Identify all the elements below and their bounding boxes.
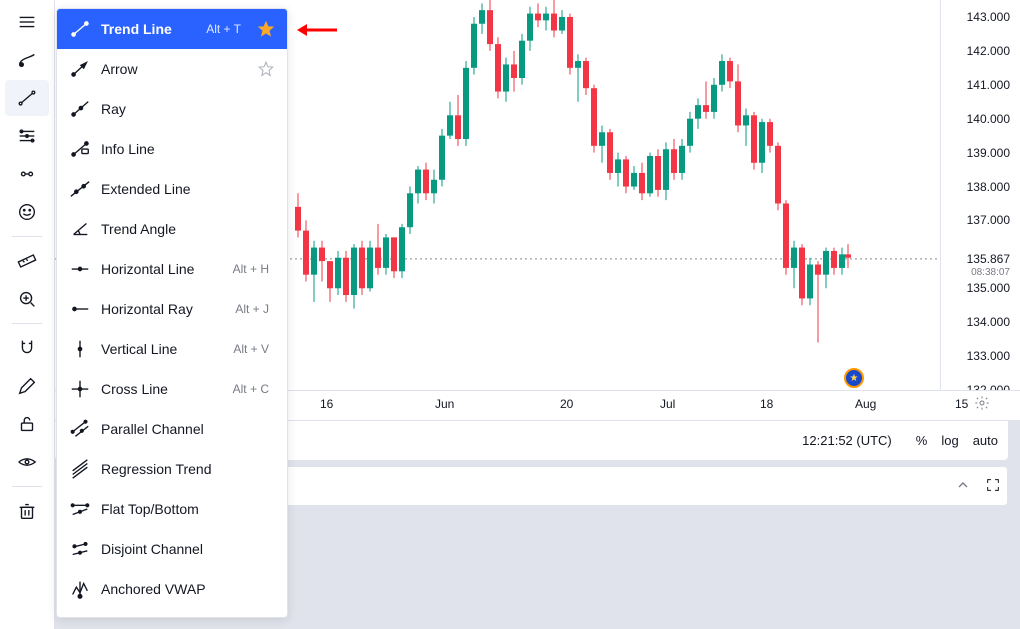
axis-settings-icon[interactable] — [974, 395, 990, 414]
fullscreen-icon[interactable] — [985, 477, 1001, 496]
menu-item-label: Trend Angle — [101, 221, 275, 237]
tool-pattern-icon[interactable] — [5, 156, 49, 192]
tool-eye-icon[interactable] — [5, 444, 49, 480]
menu-item-disjoint-channel[interactable]: Disjoint Channel — [57, 529, 287, 569]
menu-item-trend-line[interactable]: Trend Line Alt + T — [57, 9, 287, 49]
menu-item-arrow[interactable]: Arrow — [57, 49, 287, 89]
vertical-line-icon — [69, 338, 91, 360]
cross-line-icon — [69, 378, 91, 400]
price-tick: 134.000 — [967, 315, 1010, 329]
time-tick: Jul — [660, 397, 675, 411]
arrow-icon-icon — [69, 58, 91, 80]
menu-item-shortcut: Alt + C — [233, 382, 269, 396]
flat-top-icon — [69, 498, 91, 520]
price-tick: 139.000 — [967, 146, 1010, 160]
tool-pencil-icon[interactable] — [5, 368, 49, 404]
tool-magnet-icon[interactable] — [5, 330, 49, 366]
favorite-star-icon[interactable] — [257, 20, 275, 38]
ray-icon — [69, 98, 91, 120]
price-tick: 143.000 — [967, 10, 1010, 24]
drawing-toolbar — [0, 0, 55, 629]
extended-line-icon — [69, 178, 91, 200]
menu-item-label: Anchored VWAP — [101, 581, 275, 597]
menu-item-label: Horizontal Line — [101, 261, 223, 277]
menu-item-label: Flat Top/Bottom — [101, 501, 275, 517]
countdown-label: 08:38:07 — [971, 267, 1010, 278]
horizontal-line-icon — [69, 258, 91, 280]
price-tick: 142.000 — [967, 44, 1010, 58]
menu-item-label: Vertical Line — [101, 341, 223, 357]
vwap-icon — [69, 578, 91, 600]
line-tools-menu: Trend Line Alt + T Arrow Ray Info Line Extend… — [56, 8, 288, 618]
percent-toggle[interactable]: % — [916, 433, 928, 448]
clock-label[interactable]: 12:21:52 (UTC) — [802, 433, 892, 448]
price-axis[interactable]: 143.000 142.000 141.000 140.000 139.000 138.0… — [940, 0, 1020, 420]
tool-brush-icon[interactable] — [5, 42, 49, 78]
menu-item-shortcut: Alt + J — [235, 302, 269, 316]
tool-crosshair-icon[interactable] — [5, 4, 49, 40]
menu-item-shortcut: Alt + H — [233, 262, 269, 276]
tool-fib-icon[interactable] — [5, 118, 49, 154]
menu-item-vertical-line[interactable]: Vertical Line Alt + V — [57, 329, 287, 369]
parallel-channel-icon — [69, 418, 91, 440]
menu-item-trend-angle[interactable]: Trend Angle — [57, 209, 287, 249]
menu-item-horizontal-ray[interactable]: Horizontal Ray Alt + J — [57, 289, 287, 329]
price-tick: 135.867 — [967, 252, 1010, 266]
menu-item-label: Regression Trend — [101, 461, 275, 477]
time-tick: Jun — [435, 397, 454, 411]
menu-item-label: Arrow — [101, 61, 247, 77]
tool-lock-icon[interactable] — [5, 406, 49, 442]
time-tick: 16 — [320, 397, 333, 411]
menu-item-info-line[interactable]: Info Line — [57, 129, 287, 169]
price-tick: 135.000 — [967, 281, 1010, 295]
menu-item-label: Parallel Channel — [101, 421, 275, 437]
menu-item-parallel-channel[interactable]: Parallel Channel — [57, 409, 287, 449]
price-tick: 141.000 — [967, 78, 1010, 92]
auto-toggle[interactable]: auto — [973, 433, 998, 448]
menu-item-regression-trend[interactable]: Regression Trend — [57, 449, 287, 489]
tool-trend-line-icon[interactable] — [5, 80, 49, 116]
menu-item-label: Horizontal Ray — [101, 301, 225, 317]
menu-item-label: Ray — [101, 101, 275, 117]
menu-item-label: Info Line — [101, 141, 275, 157]
menu-item-label: Cross Line — [101, 381, 223, 397]
menu-item-shortcut: Alt + V — [233, 342, 269, 356]
price-tick: 137.000 — [967, 213, 1010, 227]
tool-zoom-icon[interactable] — [5, 281, 49, 317]
time-tick: 20 — [560, 397, 573, 411]
price-tick: 133.000 — [967, 349, 1010, 363]
time-tick: 15 — [955, 397, 968, 411]
callout-arrow-icon — [297, 20, 337, 40]
menu-item-extended-line[interactable]: Extended Line — [57, 169, 287, 209]
favorite-star-icon[interactable] — [257, 60, 275, 78]
price-tick: 140.000 — [967, 112, 1010, 126]
menu-item-anchored-vwap[interactable]: Anchored VWAP — [57, 569, 287, 609]
disjoint-icon — [69, 538, 91, 560]
log-toggle[interactable]: log — [941, 433, 958, 448]
economic-event-icon[interactable]: ★ — [844, 368, 864, 388]
menu-item-horizontal-line[interactable]: Horizontal Line Alt + H — [57, 249, 287, 289]
trend-angle-icon — [69, 218, 91, 240]
price-tick: 138.000 — [967, 180, 1010, 194]
time-tick: 18 — [760, 397, 773, 411]
menu-item-shortcut: Alt + T — [206, 22, 241, 36]
tool-trash-icon[interactable] — [5, 493, 49, 529]
time-tick: Aug — [855, 397, 876, 411]
menu-item-label: Extended Line — [101, 181, 275, 197]
menu-item-label: Disjoint Channel — [101, 541, 275, 557]
tool-ruler-icon[interactable] — [5, 243, 49, 279]
info-line-icon — [69, 138, 91, 160]
menu-item-cross-line[interactable]: Cross Line Alt + C — [57, 369, 287, 409]
menu-item-flat-top-bottom[interactable]: Flat Top/Bottom — [57, 489, 287, 529]
regression-icon — [69, 458, 91, 480]
tool-emoji-icon[interactable] — [5, 194, 49, 230]
collapse-panel-icon[interactable] — [955, 477, 971, 496]
menu-item-label: Trend Line — [101, 21, 196, 37]
menu-item-ray[interactable]: Ray — [57, 89, 287, 129]
horizontal-ray-icon — [69, 298, 91, 320]
trend-line-icon — [69, 18, 91, 40]
